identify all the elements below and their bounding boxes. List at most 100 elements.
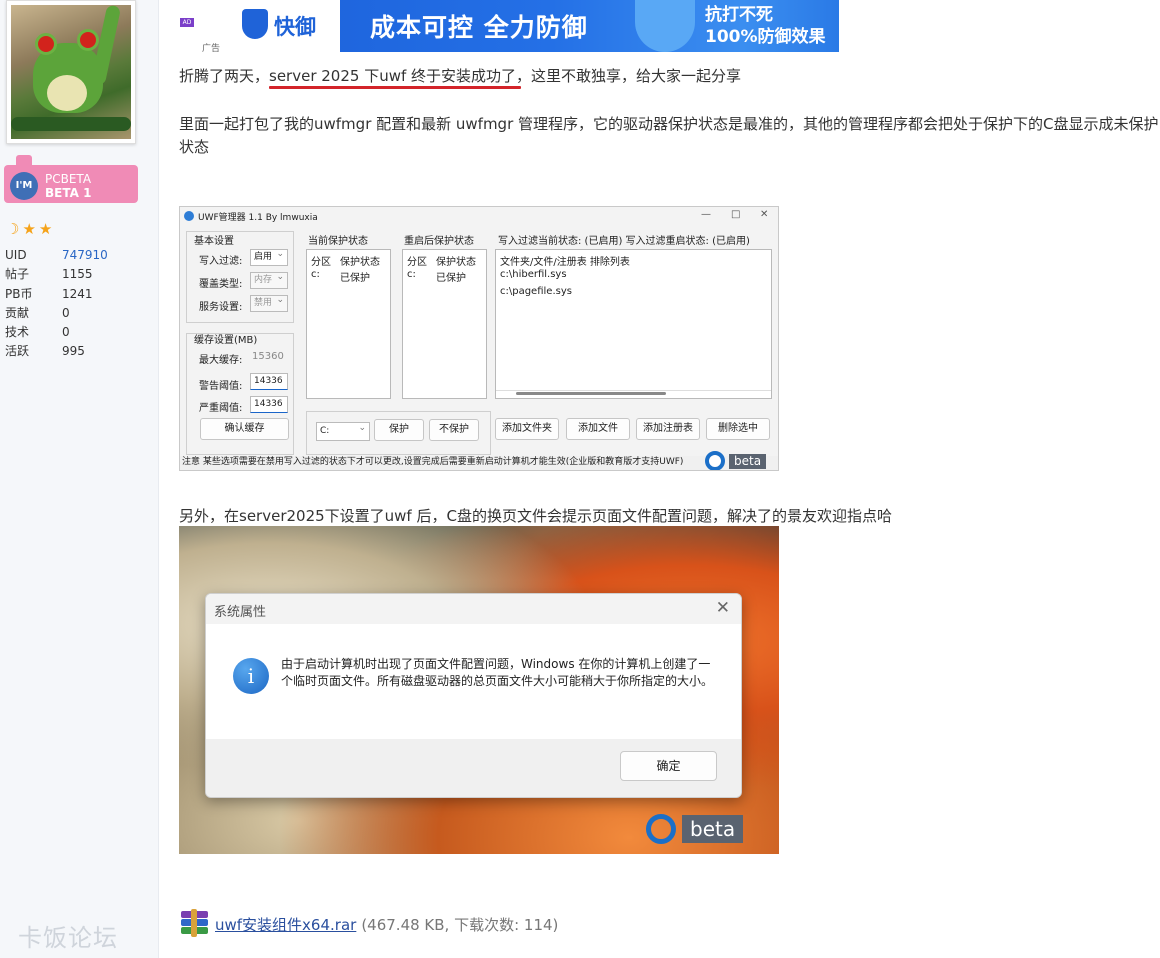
status-cell: 已保护 [436,273,466,284]
logo-text: beta [682,815,744,843]
group-title: 基本设置 [194,236,234,247]
ad-banner[interactable]: 快御 广告 成本可控 全力防御 抗打不死 100%防御效果 [200,0,839,52]
highlighted-text: server 2025 下uwf 终于安装成功了 [269,67,517,85]
window-titlebar: UWF管理器 1.1 By lmwuxia — □ ✕ [180,207,778,225]
add-folder-button: 添加文件夹 [495,418,559,440]
stat-row-active: 活跃 995 [5,342,155,361]
winrar-archive-icon [179,909,210,939]
stat-value: 1241 [62,286,93,301]
logo-text: beta [729,453,767,469]
stat-label: UID [5,248,27,262]
badge-circle: I'M [10,172,38,200]
field-label: 写入过滤: [199,256,243,267]
badge-line1: PCBETA [45,172,92,186]
ad-small-label: 广告 [202,44,221,52]
ad-tag: AD [180,18,194,27]
window-title: UWF管理器 1.1 By lmwuxia [198,213,318,223]
delete-selected-button: 删除选中 [706,418,770,440]
dialog-message: 由于启动计算机时出现了页面文件配置问题，Windows 在你的计算机上创建了一个… [281,657,714,688]
ad-logo: 快御 广告 [200,0,340,52]
field-label: 最大缓存: [199,355,243,366]
max-cache-value: 15360 [252,351,284,362]
dialog-footer: 确定 [206,739,741,797]
attachment-meta: (467.48 KB, 下载次数: 114) [361,915,559,934]
warn-threshold-input: 14336 [250,373,288,390]
avatar[interactable] [6,0,136,144]
post-paragraph-1: 折腾了两天，server 2025 下uwf 终于安装成功了，这里不敢独享，给大… [179,65,741,86]
add-registry-button: 添加注册表 [636,418,700,440]
ad-right-line2: 100%防御效果 [705,27,826,47]
restart-status-list: 分区 保护状态 c: 已保护 [402,249,487,399]
uid-link[interactable]: 747910 [62,246,108,265]
col-header: 分区 [407,257,427,268]
col-header: 保护状态 [340,257,380,268]
app-icon [184,211,194,221]
restart-status-header: 重启后保护状态 [404,236,474,247]
post-paragraph-3: 另外，在server2025下设置了uwf 后，C盘的换页文件会提示页面文件配置… [179,507,892,525]
status-bar: 注意 某些选项需要在禁用写入过滤的状态下才可以更改,设置完成后需要重新启动计算机… [180,456,778,470]
stat-label: PB币 [5,286,33,301]
stat-value: 1155 [62,267,93,282]
col-header: 保护状态 [436,257,476,268]
red-underline [269,86,521,89]
stat-label: 贡献 [5,305,30,320]
stat-label: 帖子 [5,267,30,282]
badge-line2: BETA 1 [45,186,92,200]
info-icon: i [233,658,269,694]
close-icon: ✕ [715,598,730,618]
col-header: 分区 [311,257,331,268]
rank-stars: ☽★★ [6,220,56,238]
shield-icon [242,9,268,39]
dialog-screenshot[interactable]: 系统属性 ✕ i 由于启动计算机时出现了页面文件配置问题，Windows 在你的… [179,526,779,854]
pc-logo-icon [646,814,676,844]
current-status-list: 分区 保护状态 c: 已保护 [306,249,391,399]
drive-cell: c: [311,269,320,280]
confirm-cache-button: 确认缓存 [200,418,289,440]
unprotect-button: 不保护 [429,419,479,441]
ad-brand: 快御 [274,15,316,39]
pc-logo-icon [705,451,725,470]
user-stats: UID 747910 帖子 1155 PB币 1241 贡献 0 技术 0 活跃 995 [5,246,155,362]
protect-button: 保护 [374,419,424,441]
stat-label: 活跃 [5,344,30,359]
author-sidebar: I'M PCBETA BETA 1 ☽★★ UID 747910 帖子 1155 P… [0,0,159,958]
minimize-icon: — [701,209,711,220]
exclusion-item: c:\pagefile.sys [500,286,572,297]
pcbeta-logo: beta [646,814,744,844]
service-select: 禁用 [250,293,288,312]
shield-icon [635,0,695,52]
maximize-icon: □ [731,209,741,220]
stat-row-contrib: 贡献 0 [5,304,155,323]
exclusion-list: 文件夹/文件/注册表 排除列表 c:\hiberfil.sys c:\pagef… [495,249,772,399]
text-part: ，这里不敢独享，给大家一起分享 [516,67,742,85]
avatar-image [11,5,131,139]
add-file-button: 添加文件 [566,418,630,440]
stat-row-uid: UID 747910 [5,246,155,265]
uwf-manager-screenshot[interactable]: UWF管理器 1.1 By lmwuxia — □ ✕ 基本设置 写入过滤: 启… [179,206,779,471]
exclusion-item: c:\hiberfil.sys [500,269,567,280]
site-watermark: 卡饭论坛 [18,924,118,952]
stat-row-coins: PB币 1241 [5,285,155,304]
dialog-titlebar: 系统属性 ✕ [206,594,741,624]
close-icon: ✕ [760,209,769,220]
ad-headline: 成本可控 全力防御 [370,13,588,42]
field-label: 警告阈值: [199,381,243,392]
field-label: 覆盖类型: [199,279,243,290]
stat-value: 0 [62,305,70,320]
stat-label: 技术 [5,325,30,340]
field-label: 服务设置: [199,302,243,313]
attachment: uwf安装组件x64.rar (467.48 KB, 下载次数: 114) [179,909,558,939]
current-status-header: 当前保护状态 [308,236,368,247]
horizontal-scrollbar [516,392,666,395]
system-properties-dialog: 系统属性 ✕ i 由于启动计算机时出现了页面文件配置问题，Windows 在你的… [205,593,742,798]
status-cell: 已保护 [340,273,370,284]
group-title: 缓存设置(MB) [194,335,258,346]
stat-value: 0 [62,325,70,340]
filter-status-header: 写入过滤当前状态: (已启用) 写入过滤重启状态: (已启用) [498,236,750,247]
user-group-badge: I'M PCBETA BETA 1 [4,155,138,205]
text-part: 折腾了两天， [179,67,270,85]
drive-cell: c: [407,269,416,280]
drive-select: C: [316,420,370,441]
attachment-download-link[interactable]: uwf安装组件x64.rar [215,914,356,935]
stat-value: 995 [62,344,85,359]
